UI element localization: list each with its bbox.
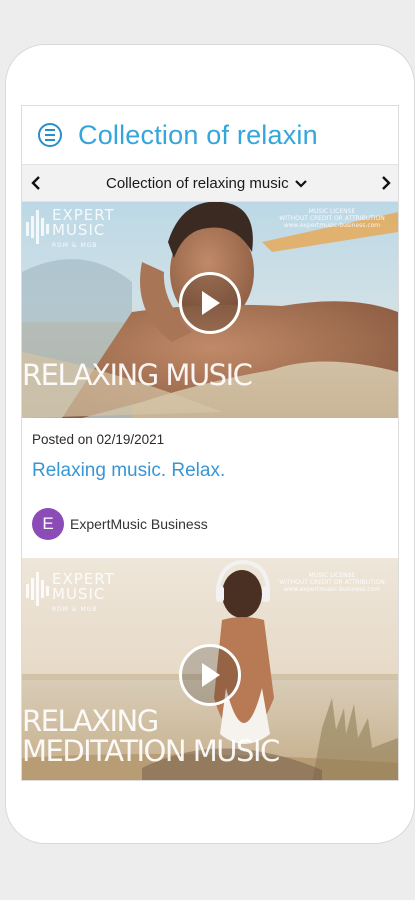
play-button[interactable] bbox=[179, 272, 241, 334]
license-text: MUSIC LICENSE WITHOUT CREDIT OR ATTRIBUT… bbox=[272, 572, 392, 593]
collection-nav: Collection of relaxing music bbox=[22, 164, 398, 202]
top-background bbox=[0, 0, 415, 24]
collection-selector-label: Collection of relaxing music bbox=[106, 175, 289, 192]
license-line: www.expertmusic-business.com bbox=[283, 222, 381, 229]
video-thumbnail[interactable]: EXPERT MUSIC RDM & MGB MUSIC LICENSE WIT… bbox=[22, 558, 398, 780]
logo-line-2: MUSIC bbox=[52, 221, 106, 239]
app-header: Collection of relaxin bbox=[22, 106, 398, 164]
app-screen: Collection of relaxin Collection of rela… bbox=[21, 105, 399, 781]
collection-selector[interactable]: Collection of relaxing music bbox=[106, 175, 307, 192]
overlay-line: MEDITATION MUSIC bbox=[22, 734, 280, 768]
brand-logo: EXPERT MUSIC RDM & MGB bbox=[52, 572, 115, 617]
license-text: MUSIC LICENSE WITHOUT CREDIT OR ATTRIBUT… bbox=[272, 208, 392, 229]
logo-line-2: MUSIC bbox=[52, 585, 106, 603]
overlay-line: RELAXING MUSIC bbox=[22, 358, 253, 392]
license-line: www.expertmusic-business.com bbox=[283, 586, 381, 593]
page-title: Collection of relaxin bbox=[78, 120, 318, 150]
overlay-line: RELAXING bbox=[22, 704, 159, 738]
video-thumbnail[interactable]: EXPERT MUSIC RDM & MGB MUSIC LICENSE WIT… bbox=[22, 202, 398, 418]
chevron-right-icon[interactable] bbox=[374, 171, 398, 195]
post-card: EXPERT MUSIC RDM & MGB MUSIC LICENSE WIT… bbox=[22, 202, 398, 556]
play-icon bbox=[202, 291, 220, 315]
license-line: MUSIC LICENSE bbox=[308, 208, 356, 215]
logo-subline: RDM & MGB bbox=[52, 606, 98, 613]
post-date: Posted on 02/19/2021 bbox=[32, 432, 165, 447]
post-author[interactable]: E ExpertMusic Business bbox=[32, 508, 208, 540]
avatar: E bbox=[32, 508, 64, 540]
logo-subline: RDM & MGB bbox=[52, 242, 98, 249]
logo-mark-icon bbox=[26, 572, 49, 606]
bottom-background bbox=[0, 846, 415, 900]
thumbnail-overlay-title: RELAXING MUSIC bbox=[22, 358, 253, 392]
license-line: WITHOUT CREDIT OR ATTRIBUTION bbox=[279, 579, 385, 586]
license-line: MUSIC LICENSE bbox=[308, 572, 356, 579]
chevron-down-icon bbox=[294, 179, 307, 188]
play-icon bbox=[202, 663, 220, 687]
logo-mark-icon bbox=[26, 210, 49, 244]
post-title-link[interactable]: Relaxing music. Relax. bbox=[32, 460, 225, 482]
menu-circle-icon[interactable] bbox=[38, 123, 62, 147]
chevron-left-icon[interactable] bbox=[24, 171, 48, 195]
author-name: ExpertMusic Business bbox=[70, 516, 208, 532]
play-button[interactable] bbox=[179, 644, 241, 706]
post-card: EXPERT MUSIC RDM & MGB MUSIC LICENSE WIT… bbox=[22, 558, 398, 780]
brand-logo: EXPERT MUSIC RDM & MGB bbox=[52, 208, 115, 253]
license-line: WITHOUT CREDIT OR ATTRIBUTION bbox=[279, 215, 385, 222]
thumbnail-overlay-title: RELAXING MEDITATION MUSIC bbox=[22, 704, 280, 768]
